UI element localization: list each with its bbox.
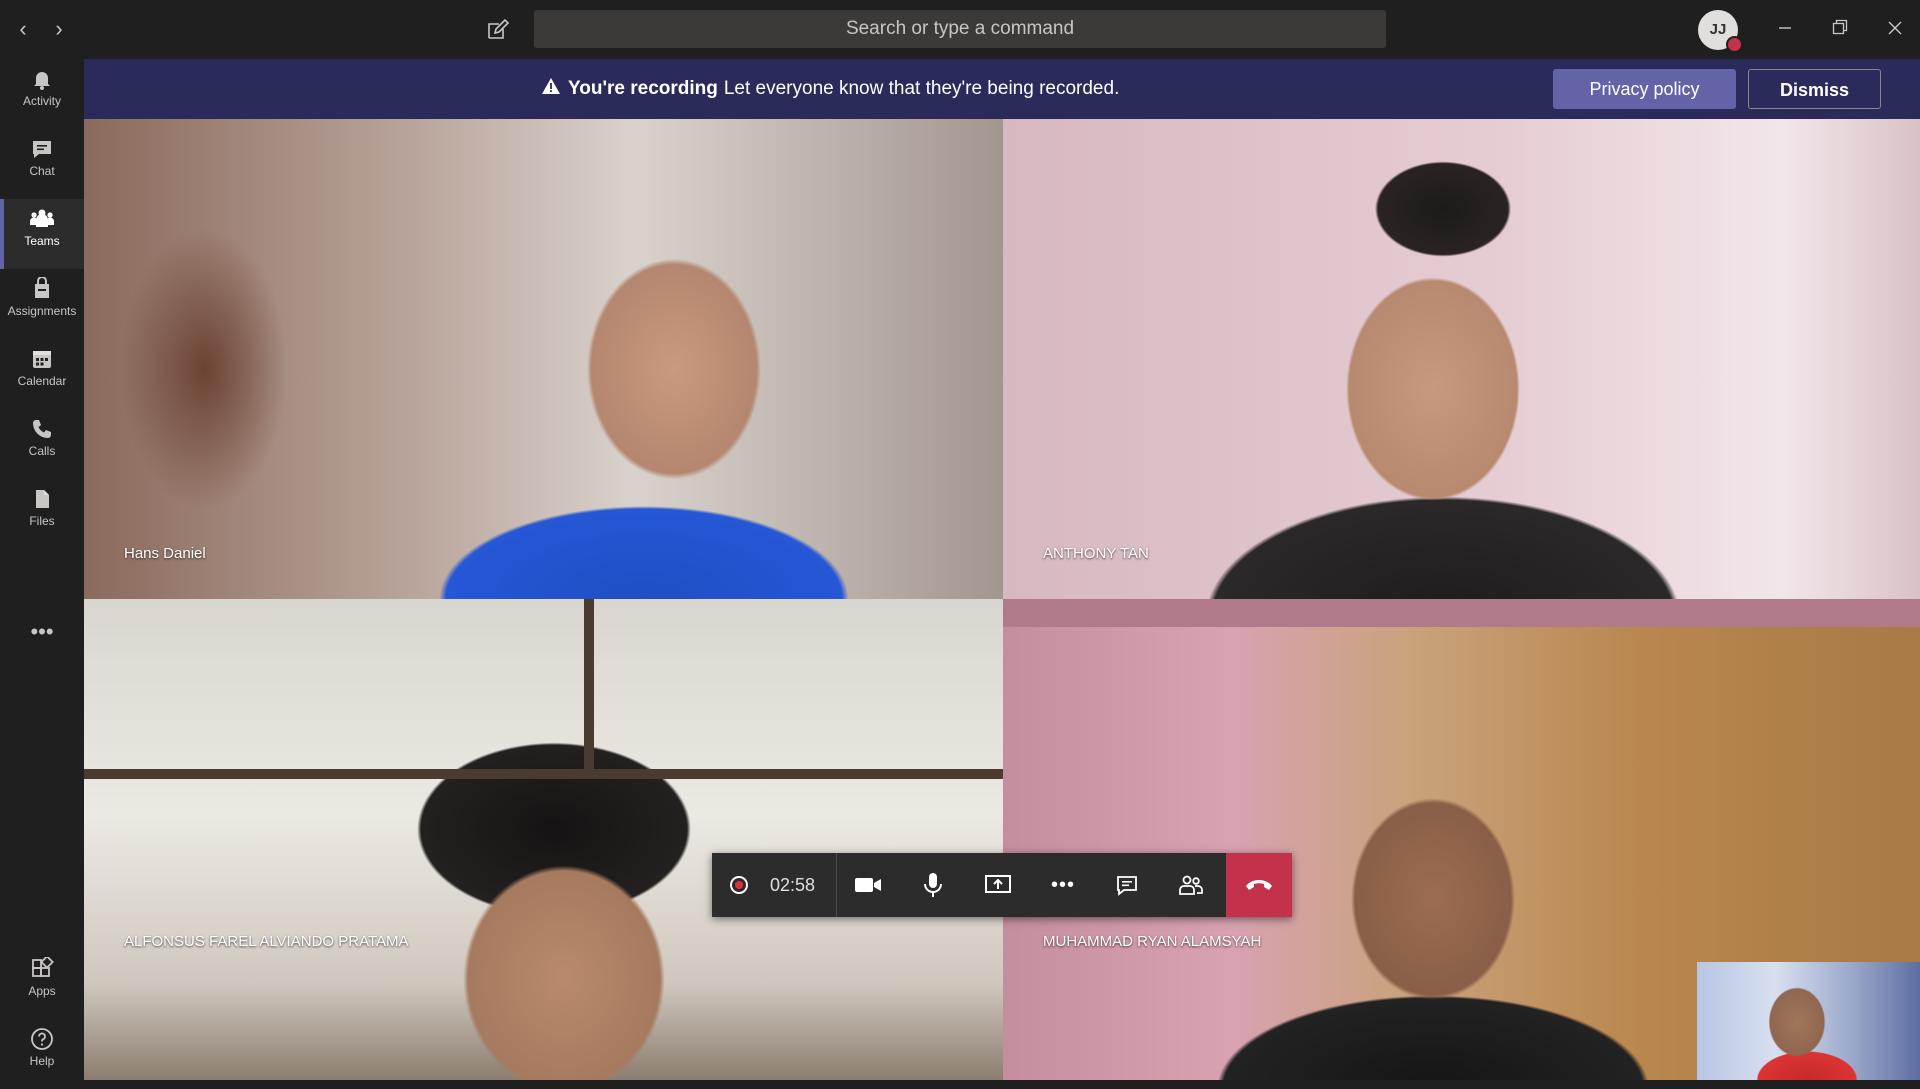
phone-icon	[33, 420, 51, 438]
meeting-timer: 02:58	[770, 875, 816, 895]
search-placeholder: Search or type a command	[845, 18, 1075, 39]
ceiling-beam	[584, 599, 594, 779]
apps-icon	[32, 957, 54, 977]
rail-item-calls[interactable]: Calls	[0, 409, 84, 479]
video-tile[interactable]: ANTHONY TAN	[1003, 119, 1920, 599]
app-rail: Activity Chat Teams Assignments Calendar…	[0, 59, 84, 1080]
more-apps-ellipsis-icon[interactable]: •••	[0, 619, 84, 645]
minimize-button[interactable]	[1767, 12, 1803, 46]
recording-banner: You're recording Let everyone know that t…	[84, 59, 1920, 119]
new-chat-compose-icon[interactable]	[484, 16, 512, 44]
hang-up-phone-icon	[1246, 880, 1272, 890]
camera-toggle-button[interactable]	[838, 853, 898, 917]
show-participants-button[interactable]	[1161, 853, 1221, 917]
assignments-icon	[35, 277, 49, 298]
files-icon	[36, 490, 49, 508]
privacy-policy-button[interactable]: Privacy policy	[1553, 69, 1736, 109]
participant-name: Hans Daniel	[124, 545, 206, 562]
ceiling-beam	[84, 769, 1003, 779]
participant-name: ALFONSUS FAREL ALVIANDO PRATAMA	[124, 933, 409, 950]
forward-button[interactable]: ›	[46, 16, 72, 42]
title-bar: ‹ › Search or type a command JJ	[0, 0, 1920, 59]
share-screen-button[interactable]	[968, 853, 1028, 917]
dismiss-button[interactable]: Dismiss	[1748, 69, 1881, 109]
rail-label: Help	[29, 1054, 55, 1068]
teams-icon	[30, 209, 54, 227]
rail-label: Assignments	[7, 304, 77, 318]
rail-item-assignments[interactable]: Assignments	[0, 269, 84, 339]
mic-toggle-button[interactable]	[903, 853, 963, 917]
rail-item-help[interactable]: Help	[0, 1019, 84, 1089]
rail-label: Calls	[28, 444, 56, 458]
share-screen-icon	[985, 875, 1011, 893]
bell-icon	[34, 72, 50, 90]
maximize-button[interactable]	[1822, 12, 1858, 46]
chat-icon	[1117, 876, 1137, 896]
meeting-controls: 02:58 •••	[712, 853, 1292, 917]
help-icon	[31, 1028, 53, 1050]
video-camera-icon	[855, 878, 881, 892]
recording-title: You're recording	[568, 78, 718, 100]
rail-item-files[interactable]: Files	[0, 479, 84, 549]
participant-name: MUHAMMAD RYAN ALAMSYAH	[1043, 933, 1262, 950]
warning-icon	[542, 59, 560, 119]
back-button[interactable]: ‹	[10, 16, 36, 42]
video-tile[interactable]: ALFONSUS FAREL ALVIANDO PRATAMA	[84, 599, 1003, 1080]
divider	[836, 853, 837, 917]
search-input[interactable]: Search or type a command	[534, 10, 1386, 48]
participants-icon	[1179, 875, 1203, 895]
recording-text: Let everyone know that they're being rec…	[723, 78, 1120, 100]
rail-label: Activity	[22, 94, 61, 108]
rail-label: Apps	[28, 984, 56, 998]
recording-message: You're recording Let everyone know that t…	[542, 59, 1119, 119]
rail-label: Calendar	[17, 374, 67, 388]
video-tile[interactable]: Hans Daniel	[84, 119, 1003, 599]
self-view-video[interactable]	[1697, 962, 1920, 1080]
participant-name: ANTHONY TAN	[1043, 545, 1149, 562]
rail-label: Teams	[24, 234, 60, 248]
rail-label: Chat	[29, 164, 55, 178]
close-button[interactable]	[1877, 12, 1913, 46]
rail-item-activity[interactable]: Activity	[0, 59, 84, 129]
chat-icon	[33, 141, 51, 158]
microphone-icon	[924, 873, 942, 897]
show-conversation-button[interactable]	[1097, 853, 1157, 917]
wall-shelf	[1003, 599, 1920, 627]
calendar-icon	[33, 351, 51, 368]
rail-item-teams[interactable]: Teams	[0, 199, 84, 269]
rail-item-chat[interactable]: Chat	[0, 129, 84, 199]
rail-item-apps[interactable]: Apps	[0, 949, 84, 1019]
hang-up-button[interactable]	[1226, 853, 1292, 917]
rail-label: Files	[29, 514, 55, 528]
rail-item-calendar[interactable]: Calendar	[0, 339, 84, 409]
presence-busy-icon	[1726, 36, 1743, 53]
more-actions-button[interactable]: •••	[1033, 853, 1093, 917]
recording-indicator-icon	[730, 876, 748, 894]
